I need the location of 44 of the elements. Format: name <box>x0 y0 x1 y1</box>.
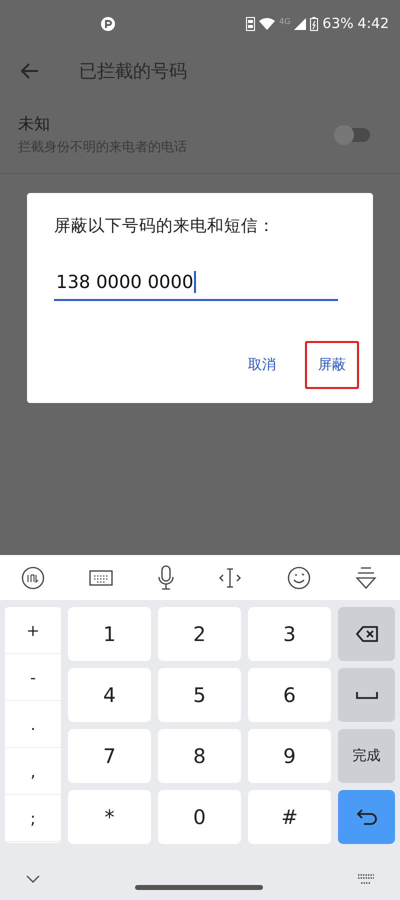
symbol-key[interactable]: + <box>5 607 61 654</box>
network-type: 4G <box>279 16 290 26</box>
backspace-key[interactable] <box>338 607 395 661</box>
back-arrow-icon[interactable] <box>21 63 39 79</box>
hide-keyboard-icon[interactable] <box>354 566 377 590</box>
enter-key[interactable] <box>338 790 395 844</box>
key[interactable]: 8 <box>158 729 241 783</box>
battery-level: 63% <box>322 16 354 32</box>
space-key[interactable] <box>338 668 395 722</box>
keyboard-icon[interactable] <box>89 568 114 586</box>
hd-icon <box>246 17 256 31</box>
input-method-icon[interactable] <box>21 566 45 590</box>
key[interactable]: # <box>248 790 331 844</box>
wifi-icon <box>259 18 276 30</box>
page-title: 已拦截的号码 <box>79 60 187 83</box>
app-notification-icon <box>100 16 116 32</box>
clock: 4:42 <box>358 16 389 32</box>
key[interactable]: 5 <box>158 668 241 722</box>
setting-title: 未知 <box>18 114 51 135</box>
signal-icon <box>294 18 306 30</box>
key[interactable]: 7 <box>68 729 151 783</box>
collapse-chevron-icon[interactable] <box>26 875 40 883</box>
backspace-icon <box>356 626 378 642</box>
key[interactable]: 3 <box>248 607 331 661</box>
return-arrow-icon <box>356 808 378 826</box>
key[interactable]: 1 <box>68 607 151 661</box>
key[interactable]: 4 <box>68 668 151 722</box>
key[interactable]: 2 <box>158 607 241 661</box>
keyboard-switch-icon[interactable] <box>357 874 375 884</box>
done-key[interactable]: 完成 <box>338 729 395 783</box>
emoji-icon[interactable] <box>286 566 311 590</box>
space-bar-icon <box>356 691 378 699</box>
key[interactable]: 0 <box>158 790 241 844</box>
battery-icon <box>310 17 318 31</box>
key[interactable]: 9 <box>248 729 331 783</box>
dialog-button[interactable]: 取消 <box>235 341 289 389</box>
home-indicator[interactable] <box>134 884 262 890</box>
microphone-icon[interactable] <box>158 564 174 590</box>
cursor-move-icon[interactable] <box>218 566 242 590</box>
key[interactable]: 6 <box>248 668 331 722</box>
dialog-button[interactable]: 屏蔽 <box>305 341 359 389</box>
dialog-title: 屏蔽以下号码的来电和短信： <box>54 215 276 237</box>
phone-number-field[interactable]: 138 0000 0000 <box>54 271 338 301</box>
key[interactable]: * <box>68 790 151 844</box>
